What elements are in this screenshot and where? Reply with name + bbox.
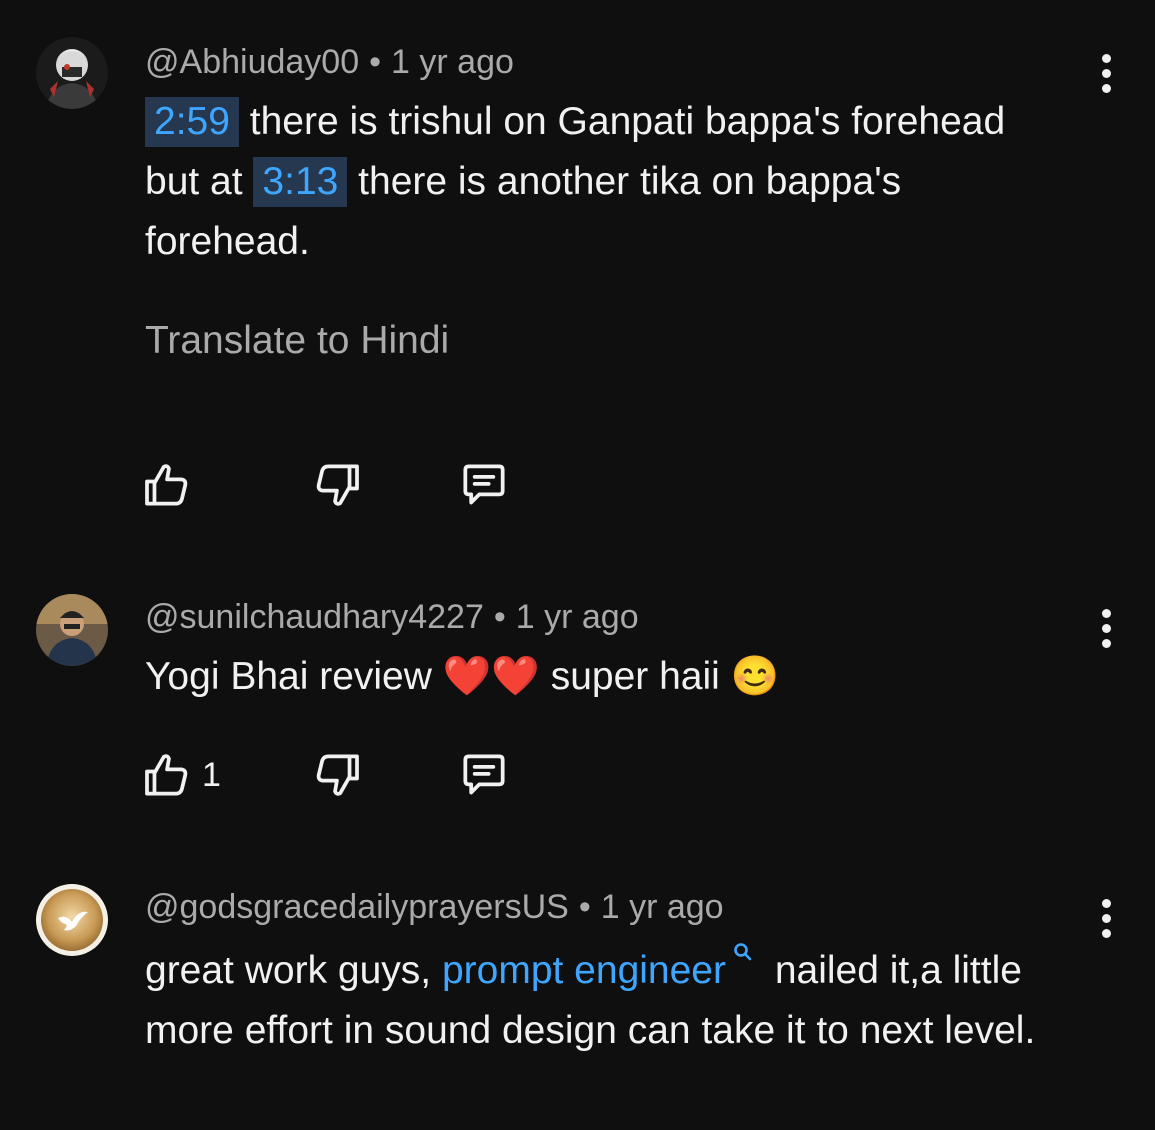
reply-icon [463, 754, 505, 795]
comment-text-part: great work guys, [145, 949, 442, 992]
thumbs-up-icon [145, 754, 188, 796]
reply-button[interactable] [456, 455, 512, 515]
more-vert-icon[interactable] [1086, 893, 1126, 943]
timestamp-link[interactable]: 3:13 [253, 157, 348, 207]
timestamp-link[interactable]: 2:59 [145, 97, 239, 147]
reply-button[interactable] [456, 745, 512, 805]
avatar[interactable] [36, 37, 108, 109]
translate-button[interactable]: Translate to Hindi [145, 316, 449, 366]
comment-text-part: Yogi Bhai review [145, 655, 443, 698]
avatar[interactable] [36, 594, 108, 666]
comment-meta: @sunilchaudhary4227 • 1 yr ago [145, 597, 639, 637]
comment-author[interactable]: @godsgracedailyprayersUS [145, 888, 569, 926]
hearts-emoji: ❤️❤️ [442, 655, 540, 698]
like-count: 1 [202, 755, 221, 794]
smile-emoji: 😊 [730, 655, 780, 698]
dislike-button[interactable] [308, 745, 364, 805]
thumbs-down-icon [316, 754, 359, 796]
comment-author[interactable]: @Abhiuday00 [145, 43, 359, 81]
more-vert-icon[interactable] [1086, 603, 1126, 653]
comment-time: 1 yr ago [600, 888, 724, 926]
search-icon[interactable] [732, 941, 754, 967]
like-button[interactable] [140, 455, 196, 515]
comment-author[interactable]: @sunilchaudhary4227 [145, 598, 484, 636]
comment-time: 1 yr ago [515, 598, 639, 636]
reply-icon [463, 464, 505, 505]
comment-meta: @Abhiuday00 • 1 yr ago [145, 42, 514, 82]
meta-separator: • [369, 43, 382, 81]
comment-text: great work guys, prompt engineer nailed … [145, 941, 1055, 1061]
comment-time: 1 yr ago [391, 43, 514, 81]
like-button[interactable]: 1 [140, 745, 221, 805]
comment-text: Yogi Bhai review ❤️❤️ super haii 😊 [145, 647, 1055, 707]
comment-text: 2:59 there is trishul on Ganpati bappa's… [145, 92, 1055, 272]
comment-text-part: super haii [539, 655, 731, 698]
search-link[interactable]: prompt engineer [442, 949, 726, 992]
meta-separator: • [493, 598, 506, 636]
dislike-button[interactable] [308, 455, 364, 515]
thumbs-up-icon [145, 464, 188, 506]
meta-separator: • [578, 888, 591, 926]
comment-meta: @godsgracedailyprayersUS • 1 yr ago [145, 887, 724, 927]
avatar[interactable] [36, 884, 108, 956]
more-vert-icon[interactable] [1086, 48, 1126, 98]
thumbs-down-icon [316, 464, 359, 506]
